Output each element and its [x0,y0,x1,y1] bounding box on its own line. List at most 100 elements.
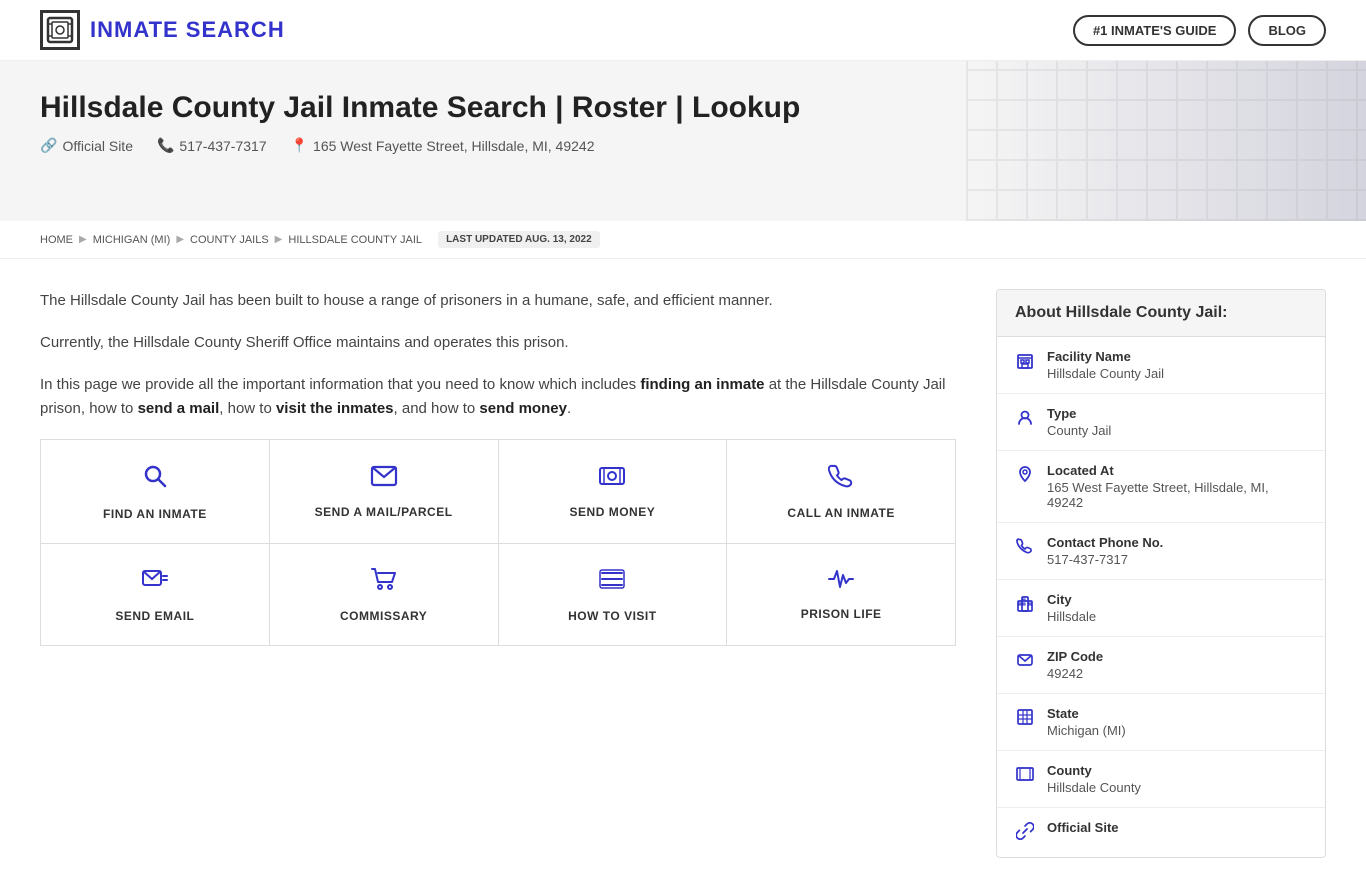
last-updated-badge: LAST UPDATED AUG. 13, 2022 [438,231,600,248]
para3-bold2: send a mail [138,400,220,417]
about-official-site: Official Site [997,808,1325,857]
city-value: Hillsdale [1047,609,1096,624]
official-site-content: Official Site [1047,820,1119,837]
search-icon [141,462,169,497]
link-icon: 🔗 [40,137,57,154]
state-icon [1015,708,1035,731]
breadcrumb-home[interactable]: HOME [40,234,73,246]
call-inmate-cell[interactable]: CALL AN INMATE [727,440,955,543]
para3-mid2: , how to [219,400,276,417]
county-value: Hillsdale County [1047,780,1141,795]
location-icon: 📍 [291,137,308,154]
para3-before: In this page we provide all the importan… [40,376,640,393]
main-content: The Hillsdale County Jail has been built… [40,289,996,858]
facility-name-label: Facility Name [1047,349,1164,364]
official-site-label: Official Site [62,138,133,154]
phone-meta: 📞 517-437-7317 [157,137,267,154]
paragraph-3: In this page we provide all the importan… [40,373,956,421]
send-mail-cell[interactable]: SEND A MAIL/PARCEL [270,440,499,543]
breadcrumb-current: HILLSDALE COUNTY JAIL [288,234,422,246]
prison-life-label: PRISON LIFE [801,607,882,621]
about-facility-name: Facility Name Hillsdale County Jail [997,337,1325,394]
zip-content: ZIP Code 49242 [1047,649,1103,681]
breadcrumb-sep-2: ▶ [176,234,184,245]
commissary-cell[interactable]: COMMISSARY [270,544,499,645]
action-row-1: FIND AN INMATE SEND A MAIL/PARCEL [41,440,955,544]
about-type: Type County Jail [997,394,1325,451]
para3-bold4: send money [479,400,567,417]
phone-label: Contact Phone No. [1047,535,1163,550]
guide-button[interactable]: #1 INMATE'S GUIDE [1073,15,1236,46]
phone-call-icon [828,463,854,496]
location-label: Located At [1047,463,1307,478]
city-icon [1015,594,1035,617]
send-mail-label: SEND A MAIL/PARCEL [315,505,453,519]
type-icon [1015,408,1035,431]
paragraph-2: Currently, the Hillsdale County Sheriff … [40,331,956,355]
para3-end: . [567,400,571,417]
logo-icon [40,10,80,50]
about-phone: Contact Phone No. 517-437-7317 [997,523,1325,580]
send-money-label: SEND MONEY [570,505,656,519]
zip-icon [1015,651,1035,674]
zip-value: 49242 [1047,666,1103,681]
prison-life-cell[interactable]: PRISON LIFE [727,544,955,645]
official-site-label-sidebar: Official Site [1047,820,1119,835]
official-link-icon [1015,822,1035,845]
breadcrumb-sep-1: ▶ [79,234,87,245]
type-value: County Jail [1047,423,1111,438]
about-zip: ZIP Code 49242 [997,637,1325,694]
breadcrumb-state[interactable]: MICHIGAN (MI) [93,234,171,246]
breadcrumb-county-jails[interactable]: COUNTY JAILS [190,234,269,246]
para3-bold3: visit the inmates [276,400,394,417]
email-icon [141,566,169,599]
how-to-visit-cell[interactable]: HOW TO VISIT [499,544,728,645]
phone-content: Contact Phone No. 517-437-7317 [1047,535,1163,567]
county-icon [1015,765,1035,788]
site-title: INMATE SEARCH [90,17,285,43]
facility-name-value: Hillsdale County Jail [1047,366,1164,381]
para3-mid3: , and how to [394,400,480,417]
hero-address: 165 West Fayette Street, Hillsdale, MI, … [313,138,594,154]
main-container: The Hillsdale County Jail has been built… [0,259,1366,888]
location-content: Located At 165 West Fayette Street, Hill… [1047,463,1307,510]
about-city: City Hillsdale [997,580,1325,637]
about-county: County Hillsdale County [997,751,1325,808]
city-content: City Hillsdale [1047,592,1096,624]
call-inmate-label: CALL AN INMATE [787,506,894,520]
facility-name-content: Facility Name Hillsdale County Jail [1047,349,1164,381]
hero-phone: 517-437-7317 [179,138,266,154]
state-label: State [1047,706,1126,721]
mail-icon [370,464,398,495]
location-pin-icon [1015,465,1035,488]
hero-meta: 🔗 Official Site 📞 517-437-7317 📍 165 Wes… [40,137,1326,154]
send-email-label: SEND EMAIL [115,609,194,623]
sidebar: About Hillsdale County Jail: Facility Na… [996,289,1326,858]
header-nav: #1 INMATE'S GUIDE BLOG [1073,15,1326,46]
about-card-header: About Hillsdale County Jail: [997,290,1325,337]
about-location: Located At 165 West Fayette Street, Hill… [997,451,1325,523]
money-icon [598,464,626,495]
city-label: City [1047,592,1096,607]
commissary-label: COMMISSARY [340,609,427,623]
find-inmate-cell[interactable]: FIND AN INMATE [41,440,270,543]
action-grid: FIND AN INMATE SEND A MAIL/PARCEL [40,439,956,646]
address-meta: 📍 165 West Fayette Street, Hillsdale, MI… [291,137,595,154]
building-icon [1015,351,1035,374]
official-site-link[interactable]: 🔗 Official Site [40,137,133,154]
send-email-cell[interactable]: SEND EMAIL [41,544,270,645]
phone-icon: 📞 [157,137,174,154]
paragraph-1: The Hillsdale County Jail has been built… [40,289,956,313]
blog-button[interactable]: BLOG [1248,15,1326,46]
county-label: County [1047,763,1141,778]
type-content: Type County Jail [1047,406,1111,438]
pulse-icon [827,568,855,597]
breadcrumb: HOME ▶ MICHIGAN (MI) ▶ COUNTY JAILS ▶ HI… [0,221,1366,259]
hero-section: Hillsdale County Jail Inmate Search | Ro… [0,61,1366,221]
state-value: Michigan (MI) [1047,723,1126,738]
list-icon [598,566,626,599]
breadcrumb-sep-3: ▶ [275,234,283,245]
find-inmate-label: FIND AN INMATE [103,507,207,521]
state-content: State Michigan (MI) [1047,706,1126,738]
send-money-cell[interactable]: SEND MONEY [499,440,728,543]
